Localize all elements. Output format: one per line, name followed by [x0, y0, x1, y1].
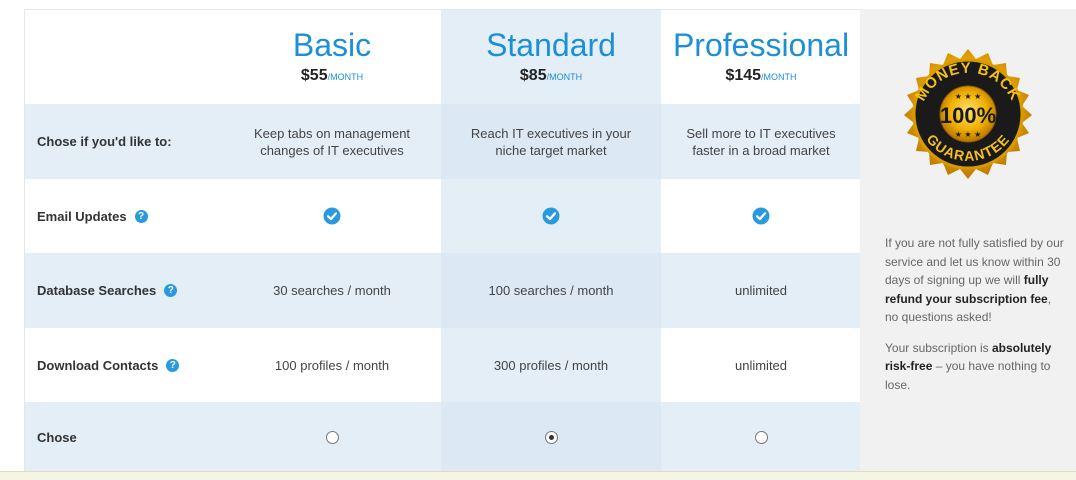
- guarantee-text: If you are not fully satisfied by our se…: [885, 234, 1065, 406]
- basic-download-cell: 100 profiles / month: [274, 357, 390, 373]
- header-empty-cell: [25, 10, 223, 104]
- guarantee-panel: MONEY BACK 100% GUARANTEE ★ ★ ★ ★ ★ ★ If…: [860, 9, 1076, 471]
- row-label: Chose if you'd like to:: [37, 134, 172, 149]
- plan-header-row: Basic $55/MONTH Standard $85/MONTH Profe…: [25, 10, 861, 104]
- pricing-table: Basic $55/MONTH Standard $85/MONTH Profe…: [24, 9, 861, 472]
- standard-email-cell: [441, 179, 661, 253]
- plan-name: Standard: [486, 27, 616, 63]
- plan-radio-standard[interactable]: [544, 430, 558, 444]
- plan-price: $55/MONTH: [301, 67, 363, 86]
- standard-description: Reach IT executives in your niche target…: [441, 104, 661, 179]
- plan-professional-header: Professional $145/MONTH: [661, 10, 861, 104]
- table-row-download: Download Contacts? 100 profiles / month …: [25, 328, 861, 402]
- row-label: Email Updates: [37, 208, 127, 224]
- svg-text:★ ★ ★: ★ ★ ★: [955, 130, 982, 139]
- professional-description: Sell more to IT executives faster in a b…: [661, 104, 861, 179]
- radio-selected-dot: [548, 434, 554, 440]
- basic-database-cell: 30 searches / month: [273, 283, 391, 298]
- table-row-choose: Chose if you'd like to: Keep tabs on man…: [25, 104, 861, 179]
- professional-radio-cell: [661, 402, 861, 472]
- description-text: Reach IT executives in your niche target…: [470, 125, 632, 158]
- guarantee-paragraph: If you are not fully satisfied by our se…: [885, 234, 1065, 327]
- plan-name: Basic: [292, 27, 372, 63]
- price-period: /MONTH: [546, 72, 583, 82]
- help-icon[interactable]: ?: [134, 209, 148, 223]
- money-back-guarantee-badge-icon: MONEY BACK 100% GUARANTEE ★ ★ ★ ★ ★ ★: [904, 49, 1032, 179]
- standard-download-cell: 300 profiles / month: [441, 328, 661, 402]
- description-text: Sell more to IT executives faster in a b…: [686, 125, 836, 158]
- basic-description: Keep tabs on management changes of IT ex…: [223, 104, 441, 179]
- row-label-cell: Database Searches?: [25, 253, 223, 328]
- row-label: Database Searches: [37, 283, 157, 298]
- price-period: /MONTH: [327, 72, 364, 82]
- table-row-select: Chose: [25, 402, 861, 472]
- svg-text:★ ★ ★: ★ ★ ★: [955, 92, 982, 101]
- table-row-database: Database Searches? 30 searches / month 1…: [25, 253, 861, 328]
- plan-radio-professional[interactable]: [754, 430, 768, 444]
- plan-standard-header: Standard $85/MONTH: [441, 10, 661, 104]
- price-period: /MONTH: [761, 72, 797, 82]
- standard-radio-cell: [441, 402, 661, 472]
- basic-email-cell: [223, 179, 441, 253]
- checkmark-icon: [323, 207, 341, 225]
- help-icon[interactable]: ?: [166, 358, 180, 372]
- price-amount: $145: [725, 67, 762, 84]
- standard-database-cell: 100 searches / month: [441, 253, 661, 328]
- row-label-cell: Download Contacts?: [25, 328, 223, 402]
- professional-download-cell: unlimited: [734, 357, 788, 373]
- plan-name: Professional: [672, 27, 850, 63]
- help-icon[interactable]: ?: [164, 284, 178, 297]
- price-amount: $85: [519, 67, 547, 84]
- risk-free-paragraph: Your subscription is absolutely risk-fre…: [885, 339, 1065, 395]
- plan-basic-header: Basic $55/MONTH: [223, 10, 441, 104]
- row-label: Download Contacts: [37, 357, 159, 373]
- plan-price: $85/MONTH: [520, 67, 582, 86]
- row-label-cell: Email Updates?: [25, 179, 223, 253]
- plan-radio-basic[interactable]: [325, 430, 339, 444]
- plan-price: $145/MONTH: [725, 67, 796, 86]
- price-amount: $55: [300, 67, 328, 84]
- professional-database-cell: unlimited: [734, 283, 788, 298]
- text-span: Your subscription is: [885, 340, 992, 355]
- professional-email-cell: [661, 179, 861, 253]
- basic-radio-cell: [223, 402, 441, 472]
- table-row-email: Email Updates?: [25, 179, 861, 253]
- row-label: Chose: [37, 429, 77, 445]
- checkmark-icon: [542, 207, 560, 225]
- checkmark-icon: [752, 207, 770, 225]
- description-text: Keep tabs on management changes of IT ex…: [253, 125, 411, 158]
- badge-middle-text: 100%: [940, 103, 996, 128]
